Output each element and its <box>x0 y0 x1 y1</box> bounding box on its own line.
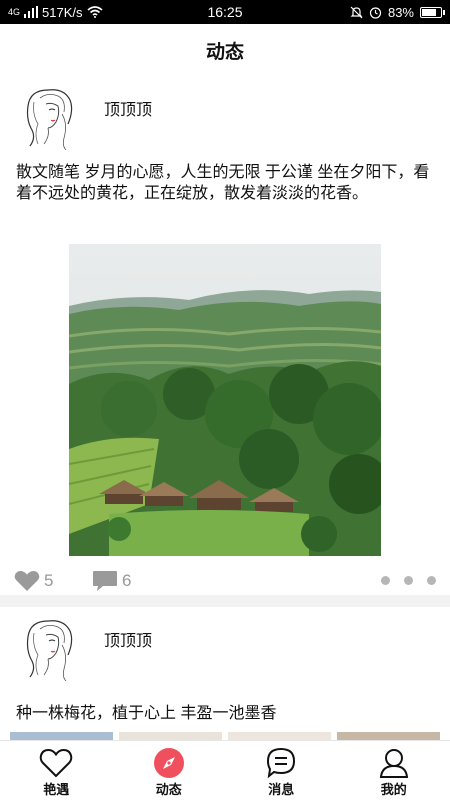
page-header: 动态 <box>0 24 450 76</box>
comment-icon <box>93 571 117 591</box>
heart-icon <box>40 748 73 778</box>
tab-label: 我的 <box>380 782 407 797</box>
tab-dongtai[interactable]: 动态 <box>113 741 226 800</box>
battery-icon <box>420 6 445 18</box>
tab-label: 动态 <box>155 782 182 797</box>
feed-post[interactable]: 顶顶顶 种一株梅花，植于心上 丰盈一池墨香 <box>0 607 450 740</box>
compass-icon <box>153 748 184 778</box>
tab-xiaoxi[interactable]: 消息 <box>225 741 338 800</box>
alarm-icon <box>369 6 382 19</box>
post-image-thumb[interactable] <box>10 732 113 740</box>
heart-icon <box>14 571 40 591</box>
feed-post[interactable]: 顶顶顶 散文随笔 岁月的心愿，人生的无限 于公谨 坐在夕阳下，看着不远处的黄花，… <box>0 76 450 595</box>
tab-yanyu[interactable]: 艳遇 <box>0 741 113 800</box>
post-text: 散文随笔 岁月的心愿，人生的无限 于公谨 坐在夕阳下，看着不远处的黄花，正在绽放… <box>16 164 430 202</box>
avatar[interactable] <box>18 615 80 682</box>
network-type: 4G <box>8 7 21 17</box>
author-name[interactable]: 顶顶顶 <box>104 96 152 120</box>
bottom-tab-bar: 艳遇 动态 消息 我的 <box>0 740 450 800</box>
post-image[interactable] <box>69 244 381 556</box>
profile-icon <box>379 749 408 778</box>
post-image-strip <box>10 732 440 740</box>
like-button[interactable]: 5 <box>14 570 53 592</box>
feed-list[interactable]: 顶顶顶 散文随笔 岁月的心愿，人生的无限 于公谨 坐在夕阳下，看着不远处的黄花，… <box>0 76 450 740</box>
author-name[interactable]: 顶顶顶 <box>104 627 152 651</box>
network-speed: 517K/s <box>42 4 83 20</box>
wifi-icon <box>86 6 103 18</box>
signal-icon <box>24 6 39 18</box>
like-count: 5 <box>44 571 54 590</box>
tab-wode[interactable]: 我的 <box>338 741 450 800</box>
post-text: 种一株梅花，植于心上 丰盈一池墨香 <box>16 705 277 722</box>
more-options-icon[interactable] <box>381 576 436 585</box>
post-image-thumb[interactable] <box>337 732 440 740</box>
tab-label: 消息 <box>268 782 295 797</box>
status-bar: 4G 517K/s 16:25 83% <box>0 0 450 24</box>
post-actions: 5 6 <box>0 568 450 596</box>
post-divider <box>0 595 450 607</box>
comment-button[interactable]: 6 <box>92 570 131 592</box>
message-icon <box>267 747 296 779</box>
avatar[interactable] <box>18 84 80 151</box>
bell-muted-icon <box>350 6 363 18</box>
tab-label: 艳遇 <box>43 782 70 797</box>
battery-percent: 83% <box>387 4 414 20</box>
post-image-thumb[interactable] <box>119 732 222 740</box>
page-title: 动态 <box>205 41 244 63</box>
comment-count: 6 <box>122 571 132 590</box>
post-image-thumb[interactable] <box>228 732 331 740</box>
